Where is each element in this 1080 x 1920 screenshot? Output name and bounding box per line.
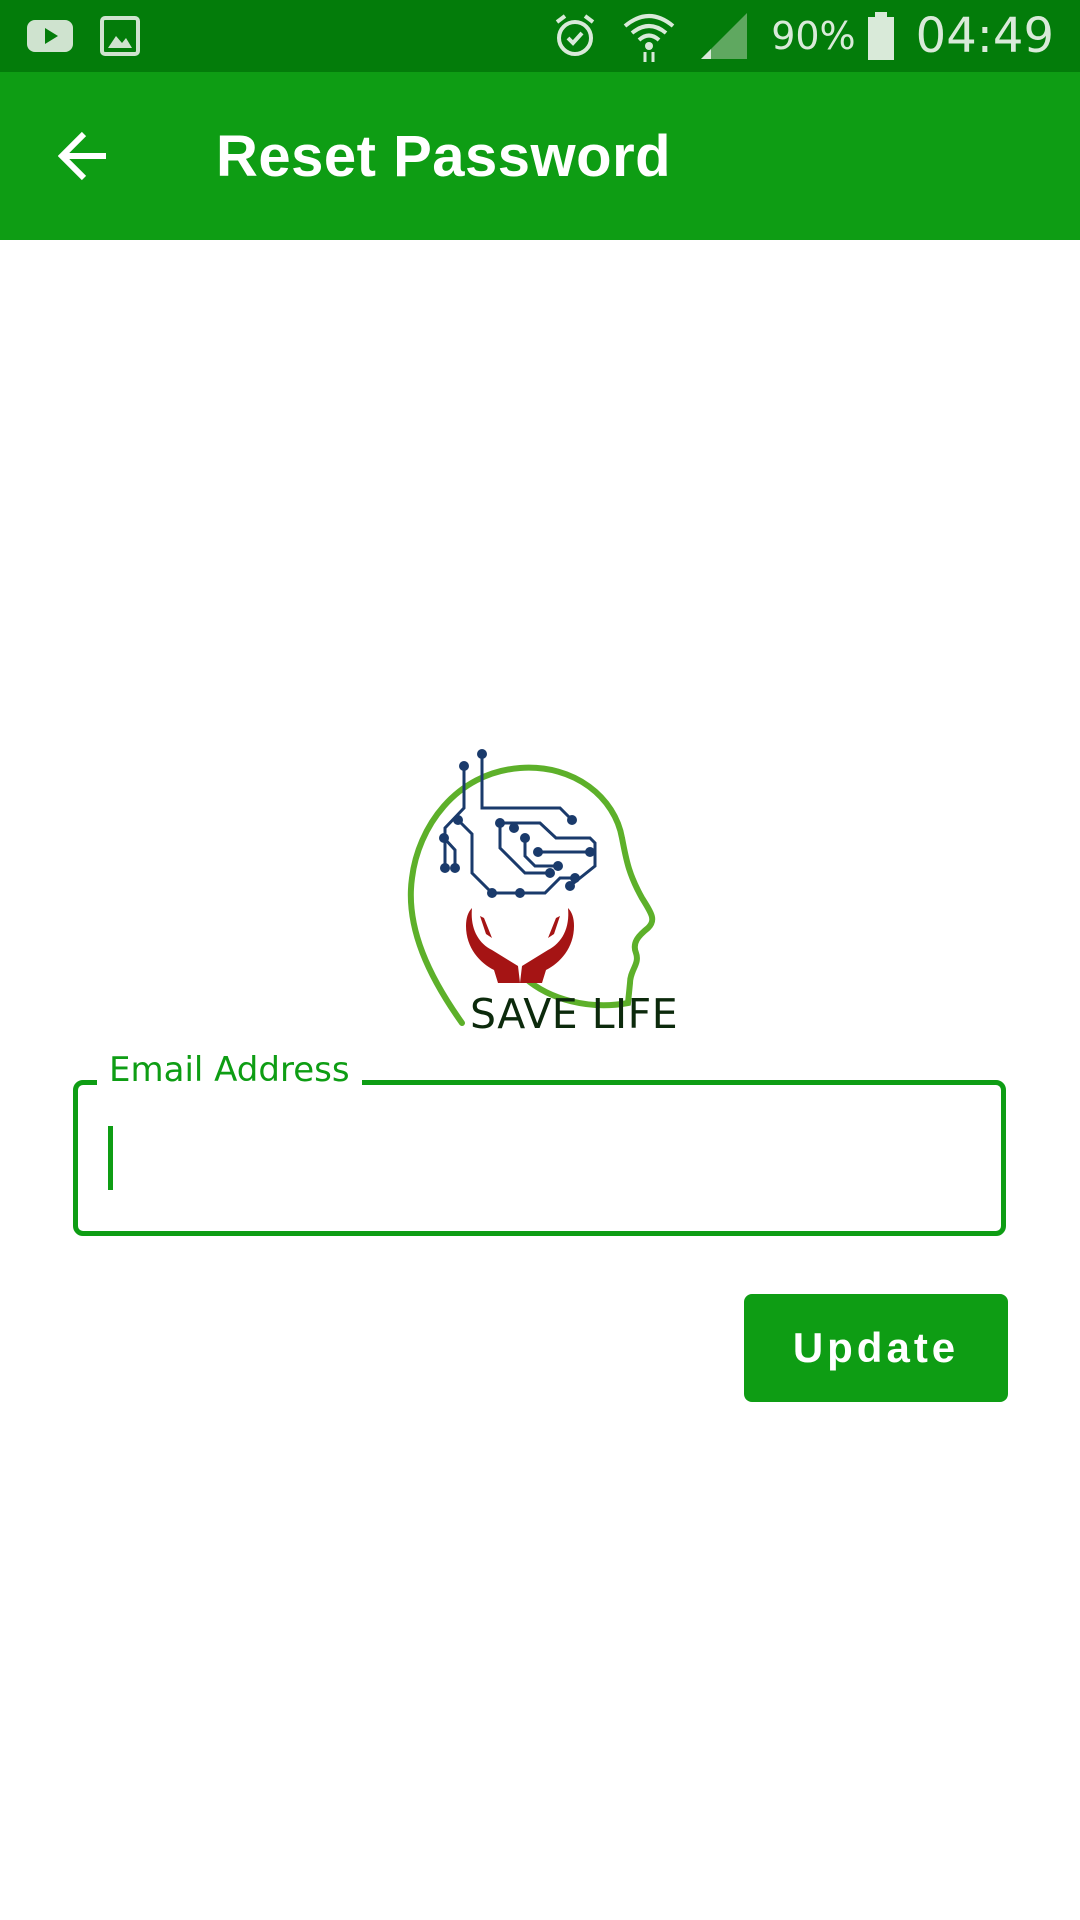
text-cursor [108,1126,113,1190]
logo-text: SAVE LIFE [470,990,679,1038]
alarm-icon [551,12,599,60]
back-button[interactable] [24,96,144,216]
clock: 04:49 [915,8,1054,64]
signal-icon [699,11,749,61]
update-button[interactable]: Update [744,1294,1008,1402]
status-bar: 90% 04:49 [0,0,1080,72]
wifi-icon [621,10,677,62]
gallery-icon [100,16,140,56]
youtube-icon [26,18,74,54]
battery-percent: 90% [771,14,856,58]
arrow-left-icon [58,131,106,181]
email-label: Email Address [97,1050,362,1090]
email-input[interactable] [103,1120,967,1192]
email-field-container: Email Address [73,1050,1078,1236]
battery-icon [866,12,896,60]
page-title: Reset Password [216,123,672,189]
reset-password-screen: 90% 04:49 Reset Password SAVE LIFE Email… [0,0,1080,1920]
app-bar: Reset Password [0,72,1080,240]
